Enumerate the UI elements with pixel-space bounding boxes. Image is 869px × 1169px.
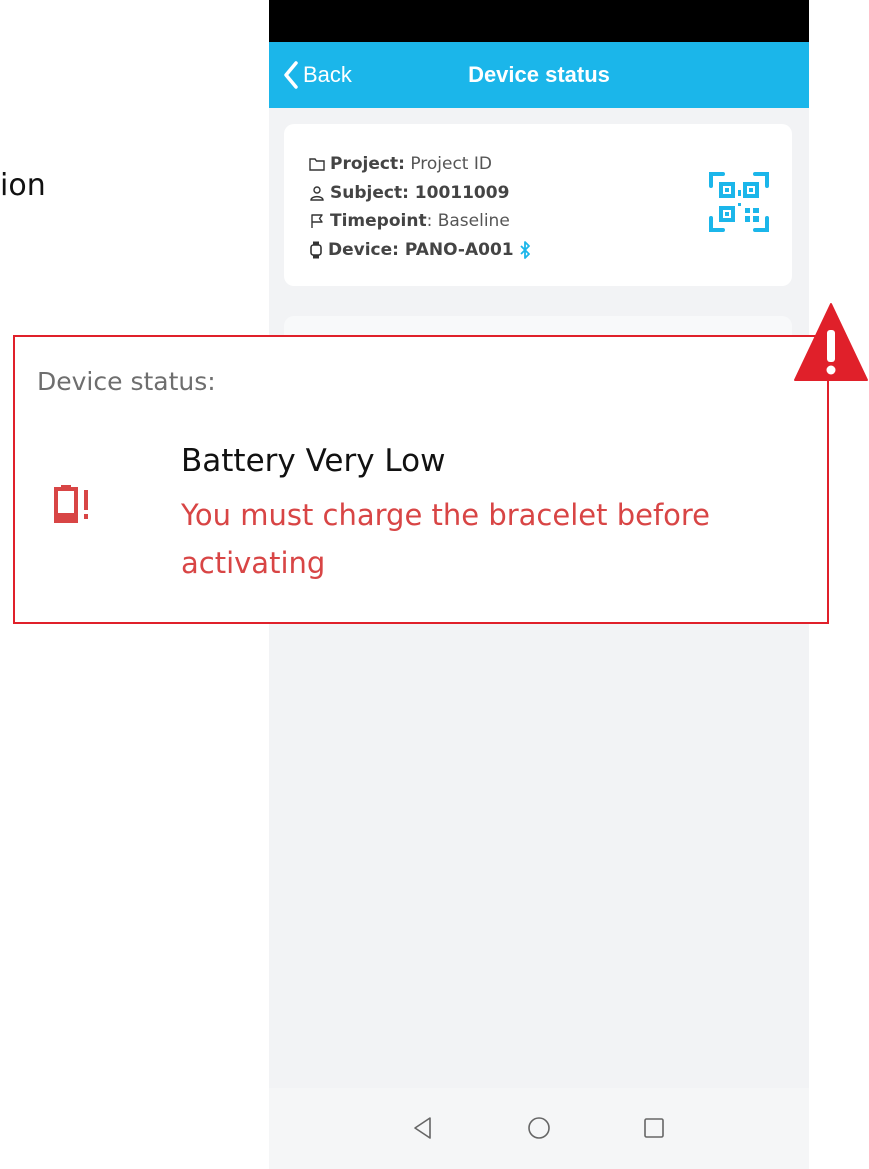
device-status-callout: Device status: Battery Very Low You must… — [13, 335, 829, 624]
warning-triangle-icon — [794, 303, 868, 381]
back-button-label: Back — [303, 62, 352, 87]
flag-icon — [311, 214, 323, 229]
project-row: Project: Project ID — [309, 150, 531, 179]
battery-status-heading: Battery Very Low — [181, 443, 446, 479]
person-icon — [310, 186, 324, 201]
device-text: Device: PANO-A001 — [328, 239, 514, 260]
device-row: Device: PANO-A001 — [309, 236, 531, 265]
background-text-fragment: ion — [0, 168, 46, 203]
subject-row: Subject: 10011009 — [309, 179, 531, 208]
chevron-left-icon — [284, 61, 298, 89]
device-info-card: Project: Project ID Subject: 10011009 Ti… — [284, 124, 792, 286]
callout-title: Device status: — [37, 367, 216, 396]
folder-icon — [309, 158, 325, 171]
battery-low-icon — [54, 485, 88, 523]
project-value: Project ID — [410, 154, 492, 175]
timepoint-row: Timepoint: Baseline — [309, 207, 531, 236]
timepoint-label: Timepoint — [330, 211, 427, 232]
timepoint-value: Baseline — [437, 211, 510, 232]
project-label: Project — [330, 154, 399, 175]
system-nav-bar — [269, 1088, 809, 1169]
battery-warning-message: You must charge the bracelet before acti… — [181, 498, 711, 580]
subject-text: Subject: 10011009 — [330, 182, 510, 203]
nav-recents-icon[interactable] — [634, 1108, 674, 1148]
status-bar — [269, 0, 809, 42]
app-header: Device status Back — [269, 42, 809, 108]
watch-icon — [310, 241, 322, 259]
back-button[interactable]: Back — [283, 42, 352, 108]
nav-back-icon[interactable] — [403, 1108, 443, 1148]
qr-scan-icon[interactable] — [707, 170, 771, 234]
nav-home-icon[interactable] — [519, 1108, 559, 1148]
bluetooth-icon — [519, 240, 530, 259]
